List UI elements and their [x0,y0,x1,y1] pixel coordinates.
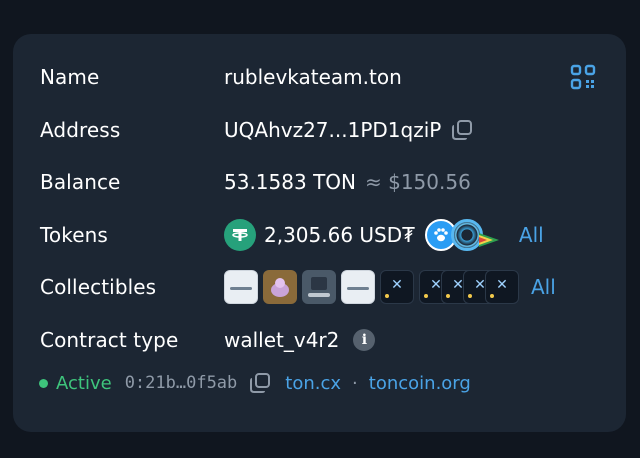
name-value[interactable]: rublevkateam.ton [224,65,402,89]
collectibles-all-link[interactable]: All [531,275,556,299]
footer-separator: · [352,372,358,394]
address-label: Address [40,118,121,142]
qr-code-icon[interactable] [570,64,596,90]
collectible-thumbnail[interactable]: ✕ [485,270,519,304]
explorer-link-toncx[interactable]: ton.cx [285,373,341,394]
collectible-thumbnail[interactable] [224,270,258,304]
balance-fiat: ≈ $150.56 [364,170,471,194]
token-amount[interactable]: 2,305.66 USD₮ [264,223,415,247]
tokens-label: Tokens [40,223,108,247]
tether-icon[interactable] [224,219,256,251]
status-dot-icon [39,378,48,388]
code-hash[interactable]: 0:21b…0f5ab [125,373,238,393]
address-text[interactable]: UQAhvz27...1PD1qziP [224,118,441,142]
name-label: Name [40,65,100,89]
contract-type-label: Contract type [40,328,179,352]
collectible-thumbnail[interactable] [263,270,297,304]
address-row: Address UQAhvz27...1PD1qziP [40,110,606,150]
balance-value: 53.1583 TON ≈ $150.56 [224,170,471,194]
copy-icon[interactable] [451,119,473,141]
balance-amount: 53.1583 TON [224,170,356,194]
collectibles-value: ✕ ✕ ✕ ✕ ✕ All [224,270,556,304]
footer-bar: Active 0:21b…0f5ab ton.cx · toncoin.org [39,372,471,394]
collectibles-label: Collectibles [40,275,157,299]
name-row: Name rublevkateam.ton [40,57,606,97]
collectible-thumbnail[interactable] [341,270,375,304]
contract-type-value: wallet_v4r2 i [224,328,376,352]
contract-type-row: Contract type wallet_v4r2 i [40,320,606,360]
tokens-value: 2,305.66 USD₮ All [224,219,544,251]
balance-row: Balance 53.1583 TON ≈ $150.56 [40,162,606,202]
info-icon[interactable]: i [353,329,376,351]
explorer-link-toncoin[interactable]: toncoin.org [369,373,471,394]
collectible-thumbnail[interactable] [302,270,336,304]
flag-token-icon[interactable] [478,228,499,247]
account-info-card: Name rublevkateam.ton Address UQAhvz27..… [13,34,626,432]
collectible-thumbnail[interactable]: ✕ [380,270,414,304]
status-text: Active [56,372,112,394]
collectibles-row: Collectibles ✕ ✕ ✕ ✕ ✕ All [40,267,606,307]
balance-label: Balance [40,170,121,194]
tokens-row: Tokens 2,305.66 USD₮ All [40,215,606,255]
contract-type-text: wallet_v4r2 [224,328,340,352]
tokens-all-link[interactable]: All [519,223,544,247]
copy-icon[interactable] [249,372,271,394]
address-value: UQAhvz27...1PD1qziP [224,118,473,142]
